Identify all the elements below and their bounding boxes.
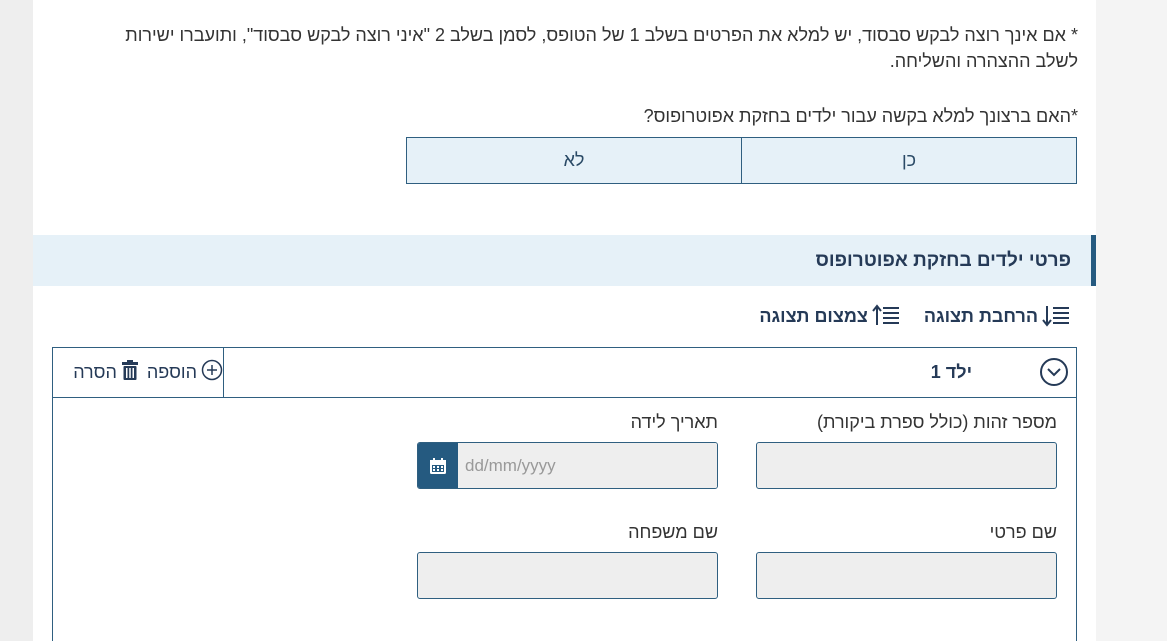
guardian-question-text: האם ברצונך למלא בקשה עבור ילדים בחזקת אפ… <box>643 106 1071 126</box>
expand-view-label: הרחבת תצוגה <box>923 305 1038 326</box>
trash-icon <box>121 359 139 386</box>
guardian-yes-no-toggle: כן לא <box>406 137 1077 184</box>
collapse-view-button[interactable]: צמצום תצוגה <box>759 304 899 328</box>
collapse-toggle-icon[interactable] <box>1040 358 1068 386</box>
last-name-label: שם משפחה <box>628 522 718 542</box>
expand-view-button[interactable]: הרחבת תצוגה <box>924 304 1070 328</box>
form-page: * אם אינך רוצה לבקש סבסוד, יש למלא את הפ… <box>33 0 1096 641</box>
option-yes[interactable]: כן <box>742 138 1076 183</box>
child-card-header: ילד 1 הוספה הסרה <box>53 348 1076 398</box>
calendar-icon[interactable] <box>418 443 458 488</box>
first-name-input[interactable] <box>756 552 1057 599</box>
collapse-view-label: צמצום תצוגה <box>759 305 868 326</box>
remove-child-button[interactable]: הסרה <box>73 359 139 386</box>
section-header: פרטי ילדים בחזקת אפוטרופוס <box>33 235 1096 286</box>
required-mark: * <box>1070 106 1078 126</box>
birth-date-label: תאריך לידה <box>630 412 718 432</box>
expand-view-icon <box>1042 304 1070 328</box>
birth-date-input[interactable] <box>458 443 717 488</box>
last-name-input[interactable] <box>417 552 718 599</box>
child-actions: הוספה הסרה <box>53 348 224 397</box>
guardian-question: *האם ברצונך למלא בקשה עבור ילדים בחזקת א… <box>644 106 1078 127</box>
remove-child-label: הסרה <box>73 362 117 382</box>
birth-date-field <box>417 442 718 489</box>
add-child-label: הוספה <box>146 362 197 382</box>
collapse-view-icon <box>872 304 900 328</box>
first-name-label: שם פרטי <box>989 522 1057 542</box>
option-no[interactable]: לא <box>407 138 742 183</box>
id-number-input[interactable] <box>756 442 1057 489</box>
subsidy-note: * אם אינך רוצה לבקש סבסוד, יש למלא את הפ… <box>125 25 1078 71</box>
page-gutter <box>1096 0 1167 641</box>
plus-circle-icon <box>201 359 223 386</box>
section-title: פרטי ילדים בחזקת אפוטרופוס <box>815 249 1071 271</box>
child-title: ילד 1 <box>930 362 972 382</box>
add-child-button[interactable]: הוספה <box>147 359 223 386</box>
child-card: ילד 1 הוספה הסרה מספר זהות (כולל ספרת בי… <box>52 347 1077 641</box>
view-controls: הרחבת תצוגה צמצום תצוגה <box>759 304 1070 328</box>
id-number-label: מספר זהות (כולל ספרת ביקורת) <box>817 412 1057 432</box>
